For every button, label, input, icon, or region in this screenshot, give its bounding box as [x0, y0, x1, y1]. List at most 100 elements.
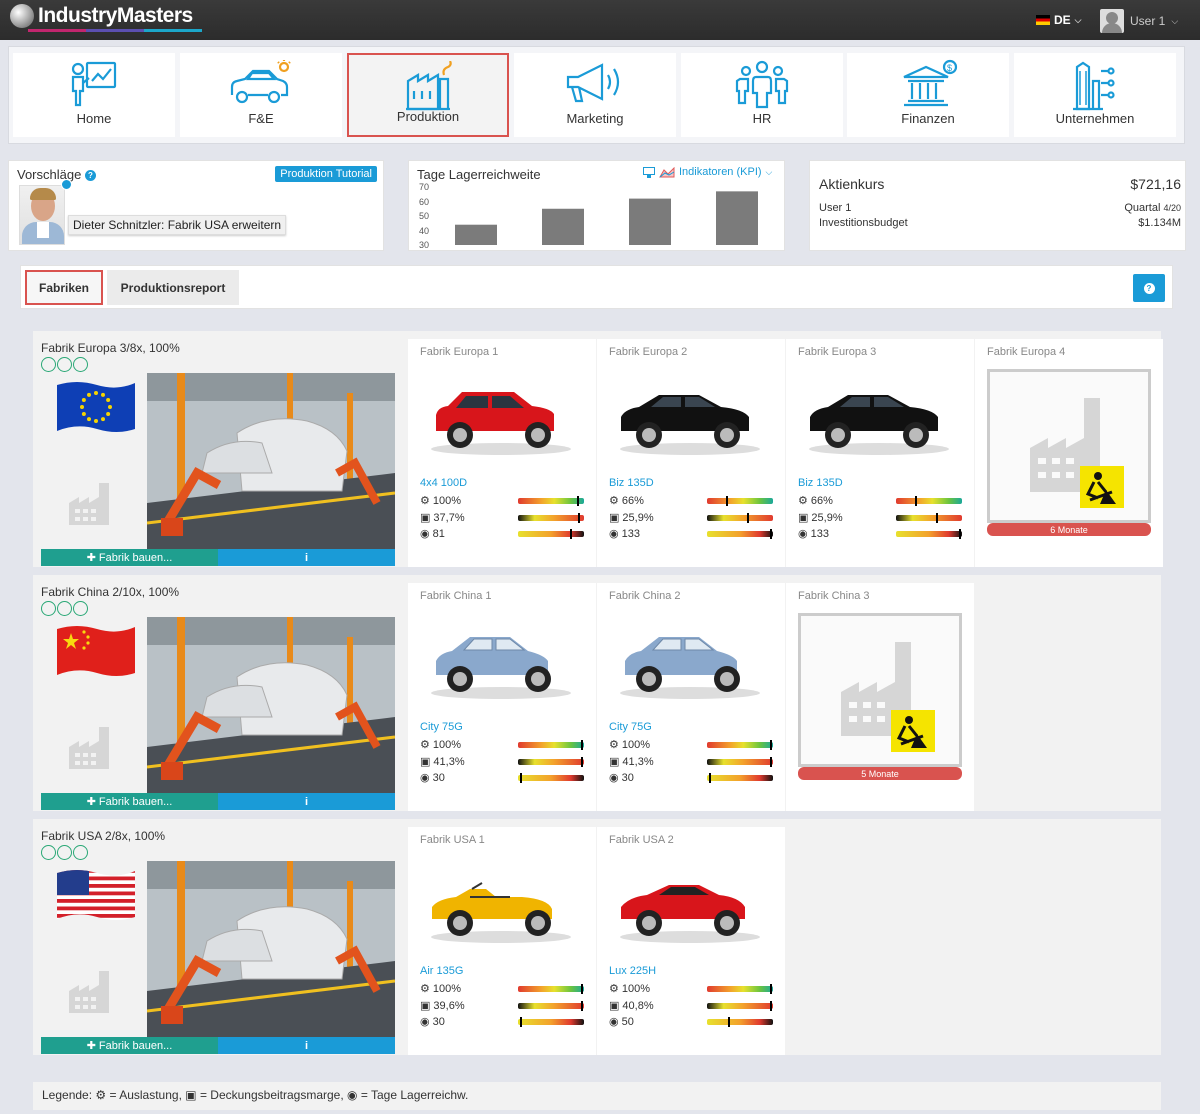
tab-produktionsreport[interactable]: Produktionsreport [107, 270, 239, 305]
factory-card[interactable]: Fabrik Europa 4 6 Monate [975, 339, 1163, 567]
nav-finanzen[interactable]: $ Finanzen [847, 53, 1009, 137]
advisor-avatar[interactable] [19, 185, 65, 245]
eu-flag-icon [57, 382, 135, 432]
metric-marker [728, 1017, 731, 1027]
bar-0[interactable] [455, 224, 497, 245]
logo-underline [28, 29, 202, 32]
build-factory-button[interactable]: ✚ Fabrik bauen... [41, 1037, 218, 1054]
factory-card[interactable]: Fabrik China 2 City 75G ⚙ 100% ▣ 41,3% ◉ 30 [597, 583, 785, 811]
build-factory-button[interactable]: ✚ Fabrik bauen... [41, 793, 218, 810]
stock-title: Aktienkurs [819, 176, 885, 192]
app-logo[interactable]: IndustryMasters [10, 4, 193, 28]
money-icon: ▣ [420, 756, 431, 768]
production-tutorial-button[interactable]: Produktion Tutorial [275, 166, 377, 182]
factory-card[interactable]: Fabrik Europa 2 Biz 135D ⚙ 66% ▣ 25,9% ◉ 133 [597, 339, 785, 567]
nav-label: HR [752, 111, 772, 126]
nav-unternehmen[interactable]: Unternehmen [1014, 53, 1176, 137]
gear-icon: ⚙ [609, 739, 619, 751]
car-model[interactable]: Air 135G [420, 965, 463, 977]
region-cn: Fabrik China 2/10x, 100% ✚ Fabrik bauen..… [33, 575, 1161, 811]
metric-margin: ▣ 25,9% [609, 511, 654, 525]
car-image [615, 369, 765, 469]
user-menu[interactable]: User 1 ⌵ [1100, 9, 1178, 33]
metric-marker [581, 984, 584, 994]
car-model[interactable]: City 75G [420, 721, 463, 733]
metric-bar-days [518, 773, 584, 783]
chevron-down-icon: ⌵ [1171, 15, 1179, 26]
bar-3[interactable] [716, 191, 758, 245]
construction-icon [1030, 398, 1124, 508]
car-model[interactable]: Lux 225H [609, 965, 656, 977]
metric-marker [770, 1001, 773, 1011]
car-model[interactable]: City 75G [609, 721, 652, 733]
metric-days: ◉ 133 [609, 527, 640, 541]
region-info-button[interactable]: i [218, 1037, 395, 1054]
gauge-icon: ◉ [420, 772, 430, 784]
factory-card[interactable]: Fabrik Europa 3 Biz 135D ⚙ 66% ▣ 25,9% ◉ 133 [786, 339, 974, 567]
metric-margin: ▣ 37,7% [420, 511, 465, 525]
money-icon: ▣ [609, 1000, 620, 1012]
nav-fe[interactable]: F&E [180, 53, 342, 137]
metric-util: ⚙ 66% [798, 494, 833, 508]
metric-bar-days [896, 529, 962, 539]
nav-hr[interactable]: HR [681, 53, 843, 137]
region-info-button[interactable]: i [218, 793, 395, 810]
assembly-line-photo [147, 373, 395, 550]
money-icon: ▣ [420, 1000, 431, 1012]
car-model[interactable]: Biz 135D [798, 477, 843, 489]
nav-home[interactable]: Home [13, 53, 175, 137]
car-model[interactable]: Biz 135D [609, 477, 654, 489]
bar-2[interactable] [629, 198, 671, 245]
region-info-button[interactable]: i [218, 549, 395, 566]
metric-value: 30 [432, 1015, 445, 1028]
language-code: DE [1054, 13, 1071, 27]
nav-produktion[interactable]: Produktion [347, 53, 509, 137]
car-hatch-image [620, 637, 760, 699]
suggestions-panel: Vorschläge ? Produktion Tutorial Dieter … [8, 160, 384, 251]
factory-name: Fabrik USA 2 [609, 834, 674, 846]
metric-value: 100% [432, 738, 462, 751]
construction-icon [841, 642, 935, 752]
nav-marketing[interactable]: Marketing [514, 53, 676, 137]
inventory-bar-chart [455, 191, 758, 245]
metric-marker [747, 513, 750, 523]
gear-icon: ⚙ [420, 739, 430, 751]
factory-card[interactable]: Fabrik Europa 1 4x4 100D ⚙ 100% ▣ 37,7% ◉ 81 [408, 339, 596, 567]
tab-fabriken[interactable]: Fabriken [25, 270, 103, 305]
german-flag-icon [1036, 15, 1050, 25]
top-bar: IndustryMasters DE ⌵ User 1 ⌵ [0, 0, 1200, 40]
help-icon[interactable]: ? [84, 170, 96, 181]
bar-1[interactable] [542, 208, 584, 245]
legend-utilization: = Auslastung, [109, 1088, 182, 1102]
language-selector[interactable]: DE ⌵ [1036, 13, 1082, 27]
region-title: Fabrik Europa 3/8x, 100% [41, 341, 180, 355]
factory-card[interactable]: Fabrik China 3 5 Monate [786, 583, 974, 811]
factory-under-construction [798, 613, 962, 767]
factory-card[interactable]: Fabrik USA 2 Lux 225H ⚙ 100% ▣ 40,8% ◉ 50 [597, 827, 785, 1055]
smiley-icon [41, 601, 56, 616]
metric-marker [519, 1017, 522, 1027]
metric-margin: ▣ 40,8% [609, 999, 654, 1013]
money-icon: ▣ [609, 512, 620, 524]
metric-value: 133 [810, 527, 829, 540]
metric-bar-margin [707, 757, 773, 767]
chart-icon [73, 601, 88, 616]
metric-marker [519, 773, 522, 783]
gauge-icon: ◉ [609, 1016, 619, 1028]
metric-value: 66% [621, 494, 644, 507]
inventory-days-panel: Tage Lagerreichweite Indikatoren (KPI) ⌵… [408, 160, 785, 251]
quarter: Quartal 4/20 [1124, 202, 1181, 214]
metric-value: 100% [621, 738, 651, 751]
stock-price: $721,16 [1130, 176, 1181, 192]
metric-marker [915, 496, 918, 506]
office-building-icon [1073, 61, 1115, 111]
smiley-icon [41, 357, 56, 372]
factory-card[interactable]: Fabrik China 1 City 75G ⚙ 100% ▣ 41,3% ◉ 30 [408, 583, 596, 811]
car-model[interactable]: 4x4 100D [420, 477, 467, 489]
factory-card[interactable]: Fabrik USA 1 Air 135G ⚙ 100% ▣ 39,6% ◉ 30 [408, 827, 596, 1055]
car-image [615, 613, 765, 713]
help-button[interactable]: ? [1133, 274, 1165, 302]
nav-label: Marketing [566, 111, 624, 126]
legend-prefix: Legende: [42, 1088, 93, 1102]
build-factory-button[interactable]: ✚ Fabrik bauen... [41, 549, 218, 566]
